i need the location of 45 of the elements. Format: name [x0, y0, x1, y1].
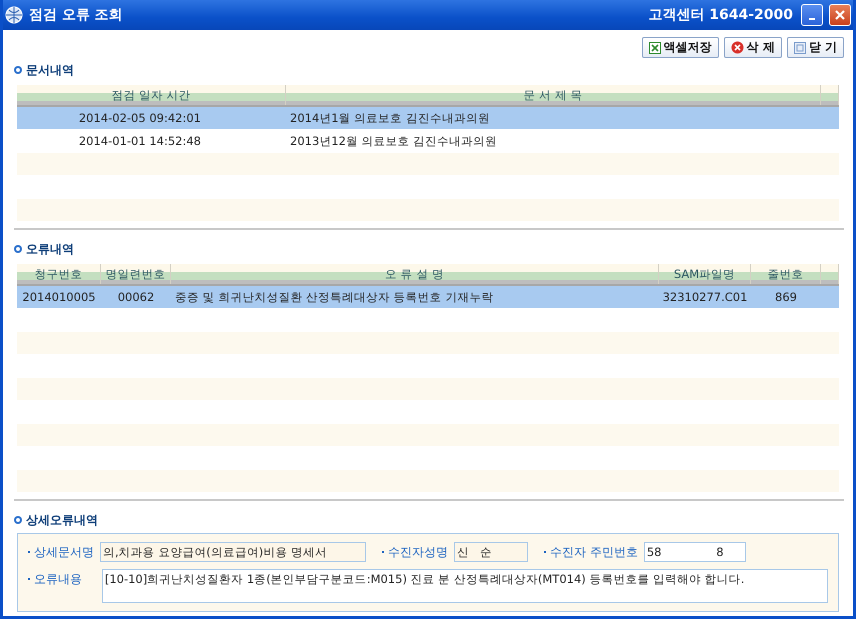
document-name-field[interactable]: 의,치과용 요양급여(의료급여)비용 명세서 — [100, 542, 366, 562]
field-label: 수진자성명 — [388, 544, 448, 560]
table-row[interactable]: 2014010005 00062 중증 및 희귀난치성질환 산정특례대상자 등록번호 기재누락 32310277.C01 869 — [17, 286, 839, 309]
close-button[interactable] — [829, 4, 851, 26]
bullet-icon — [14, 245, 22, 253]
column-header[interactable]: 청구번호 — [17, 264, 101, 284]
table-cell-text: 869 — [774, 289, 798, 306]
delete-icon — [730, 41, 744, 54]
patient-name-field[interactable]: 신 순 — [454, 542, 528, 562]
table-cell-text: 2013년12월 의료보호 김진수내과의원 — [289, 132, 498, 150]
field-label: 수진자 주민번호 — [550, 544, 638, 560]
globe-icon — [5, 6, 23, 24]
close-button[interactable]: 닫 기 — [786, 37, 844, 58]
close-icon — [834, 9, 846, 21]
column-header[interactable]: 문 서 제 목 — [286, 85, 821, 105]
table-cell-text: 2014010005 — [21, 289, 97, 306]
contact-number: 고객센터 1644-2000 — [648, 6, 793, 24]
table-cell-text: 2014-02-05 09:42:01 — [78, 110, 202, 127]
window-icon — [794, 42, 806, 54]
minimize-button[interactable] — [801, 4, 823, 26]
field-label: 상세문서명 — [34, 544, 94, 560]
column-header[interactable]: 명일련번호 — [101, 264, 171, 284]
bullet-icon — [14, 66, 22, 74]
error-content-field[interactable]: [10-10]희귀난치성질환자 1종(본인부담구분코드:M015) 진료 분 산정특례대상자(MT014) 등록번호를 입력해야 합니다. — [102, 569, 828, 603]
spreadsheet-icon — [648, 42, 661, 54]
table-cell-text: 중증 및 희귀난치성질환 산정특례대상자 등록번호 기재누락 — [174, 288, 494, 306]
column-header[interactable]: 줄번호 — [751, 264, 821, 284]
section-heading: 오류내역 — [26, 240, 74, 258]
table-cell-text: 2014년1월 의료보호 김진수내과의원 — [289, 110, 491, 126]
column-header[interactable]: 오 류 설 명 — [171, 264, 659, 284]
table-cell-text: 2014-01-01 14:52:48 — [78, 133, 202, 150]
delete-button[interactable]: 삭 제 — [724, 37, 782, 58]
section-heading: 상세오류내역 — [26, 512, 98, 528]
window-title: 점검 오류 조회 — [29, 6, 124, 24]
bullet-icon — [14, 516, 22, 524]
excel-button[interactable]: 액셀저장 — [642, 37, 719, 58]
patient-id-field[interactable]: 58 8 — [644, 542, 746, 562]
section-heading: 문서내역 — [26, 62, 74, 78]
table-row[interactable]: 2014-02-05 09:42:01 2014년1월 의료보호 김진수내과의원 — [17, 107, 839, 130]
field-label: 오류내용 — [34, 571, 83, 588]
column-header[interactable]: SAM파일명 — [659, 264, 751, 284]
table-cell-text: 00062 — [116, 289, 156, 306]
minimize-icon — [809, 18, 815, 20]
table-cell-text: 32310277.C01 — [662, 289, 748, 306]
column-header[interactable]: 점검 일자 시간 — [17, 85, 286, 105]
